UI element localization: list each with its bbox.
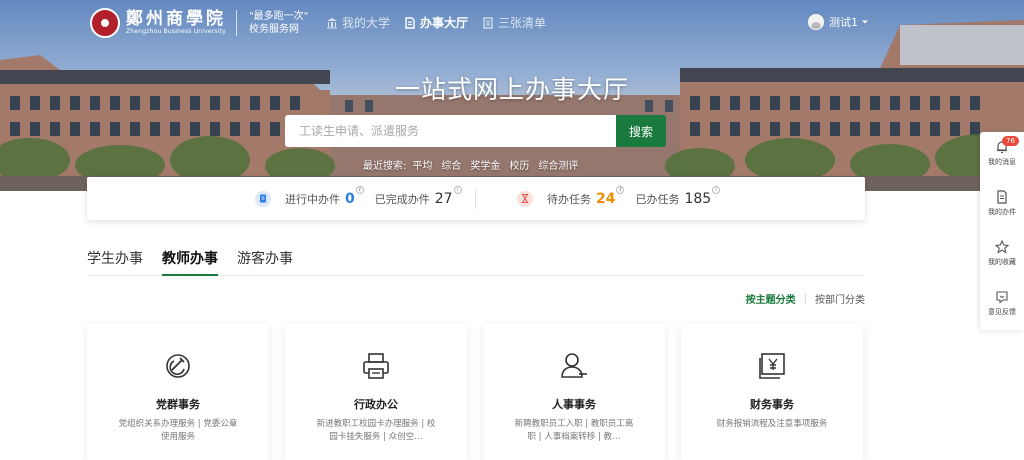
- card-description: 党组织关系办理服务 | 党委公章使用服务: [118, 419, 238, 442]
- printer-icon: [363, 353, 389, 379]
- university-seal-icon: [90, 8, 120, 38]
- user-menu[interactable]: 测试1: [808, 14, 869, 30]
- slogan-line2: 校务服务网: [249, 24, 299, 35]
- caret-down-icon: [862, 20, 868, 24]
- favorites-button[interactable]: 我的收藏: [980, 240, 1024, 267]
- info-icon[interactable]: i: [712, 185, 721, 194]
- star-icon: [995, 240, 1009, 254]
- tab-student[interactable]: 学生办事: [87, 248, 143, 276]
- recent-search-item[interactable]: 校历: [509, 157, 529, 172]
- card-party-affairs[interactable]: 党群事务 党组织关系办理服务 | 党委公章使用服务: [87, 324, 269, 460]
- card-personnel[interactable]: 人事事务 新聘教职员工入职 | 教职员工离职 | 人事档案转移 | 教…: [483, 324, 665, 460]
- done-count[interactable]: 185 i: [684, 185, 721, 207]
- stats-my-tasks: 待办任务 24 i 已办任务 185 i: [517, 177, 721, 220]
- sort-by-theme[interactable]: 按主题分类: [746, 291, 796, 306]
- category-tabs: 学生办事 教师办事 游客办事: [87, 248, 865, 276]
- my-tasks-label: 我的办件: [988, 208, 1016, 216]
- sort-options: 按主题分类 | 按部门分类: [746, 291, 865, 306]
- person-icon: [561, 353, 587, 378]
- recent-search-item[interactable]: 综合测评: [538, 157, 578, 172]
- done-label: 已办任务: [635, 192, 680, 206]
- card-description: 财务报销流程及注意事项服务: [716, 419, 828, 429]
- recent-search-item[interactable]: 奖学金: [470, 157, 500, 172]
- avatar: [808, 14, 824, 30]
- sort-separator: |: [803, 293, 807, 304]
- tab-teacher[interactable]: 教师办事: [162, 248, 218, 276]
- nav-my-university[interactable]: 我的大学: [326, 14, 390, 31]
- in-progress-count[interactable]: 0i: [345, 185, 364, 207]
- in-progress-label: 进行中办件: [285, 192, 340, 206]
- completed-count[interactable]: 27 i: [435, 185, 462, 207]
- nav-service-hall[interactable]: 办事大厅: [404, 14, 468, 31]
- card-title: 行政办公: [354, 398, 398, 411]
- info-icon[interactable]: i: [616, 185, 625, 194]
- stats-my-items: 进行中办件 0i 已完成办件 27 i: [255, 177, 462, 220]
- card-title: 人事事务: [552, 398, 596, 411]
- card-description: 新聘教职员工入职 | 教职员工离职 | 人事档案转移 | 教…: [514, 419, 634, 442]
- service-slogan: "最多跑一次" 校务服务网: [236, 10, 308, 36]
- main-nav: 我的大学 办事大厅 三张清单: [326, 14, 560, 31]
- nav-three-lists[interactable]: 三张清单: [482, 14, 546, 31]
- todo-label: 待办任务: [547, 192, 591, 206]
- favorites-label: 我的收藏: [988, 258, 1016, 266]
- card-administration[interactable]: 行政办公 新进教职工校园卡办理服务 | 校园卡挂失服务 | 众创空…: [285, 324, 467, 460]
- card-title: 党群事务: [156, 398, 200, 411]
- hourglass-icon: [517, 190, 533, 207]
- card-description: 新进教职工校园卡办理服务 | 校园卡挂失服务 | 众创空…: [316, 419, 436, 442]
- feedback-icon: [996, 291, 1008, 304]
- feedback-button[interactable]: 意见反馈: [980, 290, 1024, 317]
- search-input[interactable]: [285, 115, 616, 147]
- sort-by-department[interactable]: 按部门分类: [815, 291, 865, 306]
- slogan-line1: "最多跑一次": [249, 11, 309, 22]
- card-title: 财务事务: [750, 398, 794, 411]
- info-icon[interactable]: i: [355, 185, 364, 194]
- recent-searches: 最近搜索: 平均 综合 奖学金 校历 综合测评: [363, 157, 587, 172]
- feedback-label: 意见反馈: [988, 308, 1016, 316]
- nav-label: 我的大学: [342, 16, 391, 30]
- document-icon: [405, 16, 415, 29]
- file-icon: [255, 190, 271, 207]
- messages-label: 我的消息: [988, 158, 1016, 166]
- stats-divider: [475, 189, 476, 209]
- hammer-sickle-icon: [166, 354, 190, 378]
- messages-badge: 76: [1002, 136, 1019, 146]
- task-stats-card: 进行中办件 0i 已完成办件 27 i 待办任务 24 i 已办任务 185 i: [87, 177, 865, 220]
- search-button[interactable]: 搜索: [616, 115, 666, 147]
- service-cards: 党群事务 党组织关系办理服务 | 党委公章使用服务 行政办公 新进教职工校园卡办…: [87, 324, 865, 460]
- nav-label: 三张清单: [498, 16, 547, 30]
- tab-visitor[interactable]: 游客办事: [237, 248, 293, 276]
- recent-search-item[interactable]: 平均: [412, 157, 432, 172]
- yuan-bill-icon: [759, 353, 785, 379]
- logo-english-name: Zhengzhou Business University: [126, 28, 226, 35]
- logo-chinese-name: 鄭州商學院: [126, 9, 226, 29]
- recent-search-item[interactable]: 综合: [441, 157, 461, 172]
- user-name: 测试1: [829, 16, 858, 29]
- recent-search-label: 最近搜索:: [363, 161, 407, 172]
- document-icon: [997, 190, 1007, 204]
- hero-title: 一站式网上办事大厅: [394, 75, 629, 104]
- info-icon[interactable]: i: [453, 185, 462, 194]
- card-finance[interactable]: 财务事务 财务报销流程及注意事项服务: [681, 324, 863, 460]
- my-tasks-button[interactable]: 我的办件: [980, 190, 1024, 217]
- my-messages-button[interactable]: 76 我的消息: [980, 136, 1024, 167]
- completed-label: 已完成办件: [374, 192, 430, 206]
- page: 鄭州商學院 Zhengzhou Business University "最多跑…: [0, 0, 1024, 460]
- bank-icon: [327, 17, 337, 28]
- nav-label: 办事大厅: [420, 16, 469, 30]
- university-logo[interactable]: 鄭州商學院 Zhengzhou Business University: [90, 8, 226, 38]
- top-navigation: 鄭州商學院 Zhengzhou Business University "最多跑…: [0, 0, 1024, 44]
- todo-count[interactable]: 24 i: [596, 185, 625, 207]
- floating-toolbar: 76 我的消息 我的办件 我的收藏 意见反馈: [980, 132, 1024, 330]
- list-icon: [483, 16, 493, 29]
